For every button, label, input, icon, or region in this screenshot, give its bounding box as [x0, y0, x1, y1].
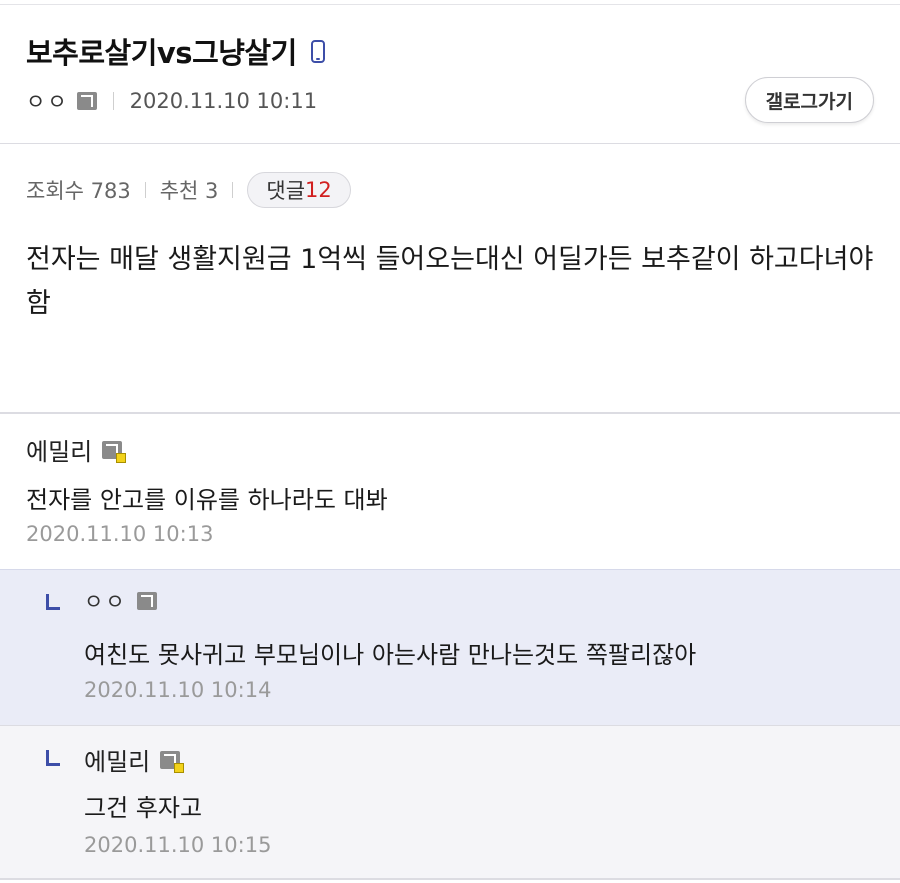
comment-badge-count: 12 [305, 178, 332, 202]
comment-text: 여친도 못사귀고 부모님이나 아는사람 만나는것도 쪽팔리잖아 [84, 641, 697, 669]
meta-divider [112, 92, 114, 110]
comment-author[interactable]: ㅇㅇ [84, 586, 157, 616]
gallery-user-icon[interactable] [136, 592, 157, 610]
reply-item: 에밀리 그건 후자고 2020.11.10 10:15 [0, 725, 900, 880]
gallog-button[interactable]: 갤로그가기 [744, 77, 874, 123]
comment-author-name: 에밀리 [26, 438, 93, 466]
comment-author-name: 에밀리 [84, 748, 151, 776]
reply-arrow-icon [46, 750, 60, 766]
reply-item: ㅇㅇ 여친도 못사귀고 부모님이나 아는사람 만나는것도 쪽팔리잖아 2020.… [0, 569, 900, 725]
reply-arrow-icon [46, 594, 60, 610]
comment-date: 2020.11.10 10:15 [84, 833, 272, 857]
phone-icon [310, 39, 325, 63]
comment-text: 그건 후자고 [84, 794, 203, 822]
post-meta: ㅇㅇ 2020.11.10 10:11 [26, 86, 317, 116]
stats-divider [232, 182, 234, 198]
post-date: 2020.11.10 10:11 [129, 89, 318, 113]
gallery-user-icon[interactable] [102, 440, 127, 463]
comment-author[interactable]: 에밀리 [26, 432, 127, 467]
comment-author[interactable]: 에밀리 [84, 742, 185, 777]
stats-divider [144, 182, 146, 198]
header-divider [0, 143, 900, 144]
post-author[interactable]: ㅇㅇ [26, 86, 69, 116]
post-title: 보추로살기vs그냥살기 [26, 30, 325, 72]
post-stats: 조회수 783 추천 3 댓글 12 [26, 172, 351, 208]
gallery-user-icon[interactable] [76, 92, 97, 110]
view-count: 조회수 783 [26, 179, 131, 203]
comment-date: 2020.11.10 10:13 [26, 522, 214, 546]
comment-item: 에밀리 전자를 안고를 이유를 하나라도 대봐 2020.11.10 10:13 [0, 414, 900, 569]
post-body: 전자는 매달 생활지원금 1억씩 들어오는대신 어딜가든 보추같이 하고다녀야함 [26, 244, 874, 319]
comment-badge-label: 댓글 [266, 179, 306, 203]
gallery-user-icon[interactable] [160, 750, 185, 773]
comment-count-badge[interactable]: 댓글 12 [247, 172, 351, 208]
comment-text: 전자를 안고를 이유를 하나라도 대봐 [26, 486, 388, 514]
recommend-count: 추천 3 [159, 179, 219, 203]
comment-date: 2020.11.10 10:14 [84, 678, 272, 702]
comment-author-name: ㅇㅇ [84, 590, 127, 614]
top-divider [0, 4, 900, 5]
post-title-text: 보추로살기vs그냥살기 [26, 36, 297, 70]
